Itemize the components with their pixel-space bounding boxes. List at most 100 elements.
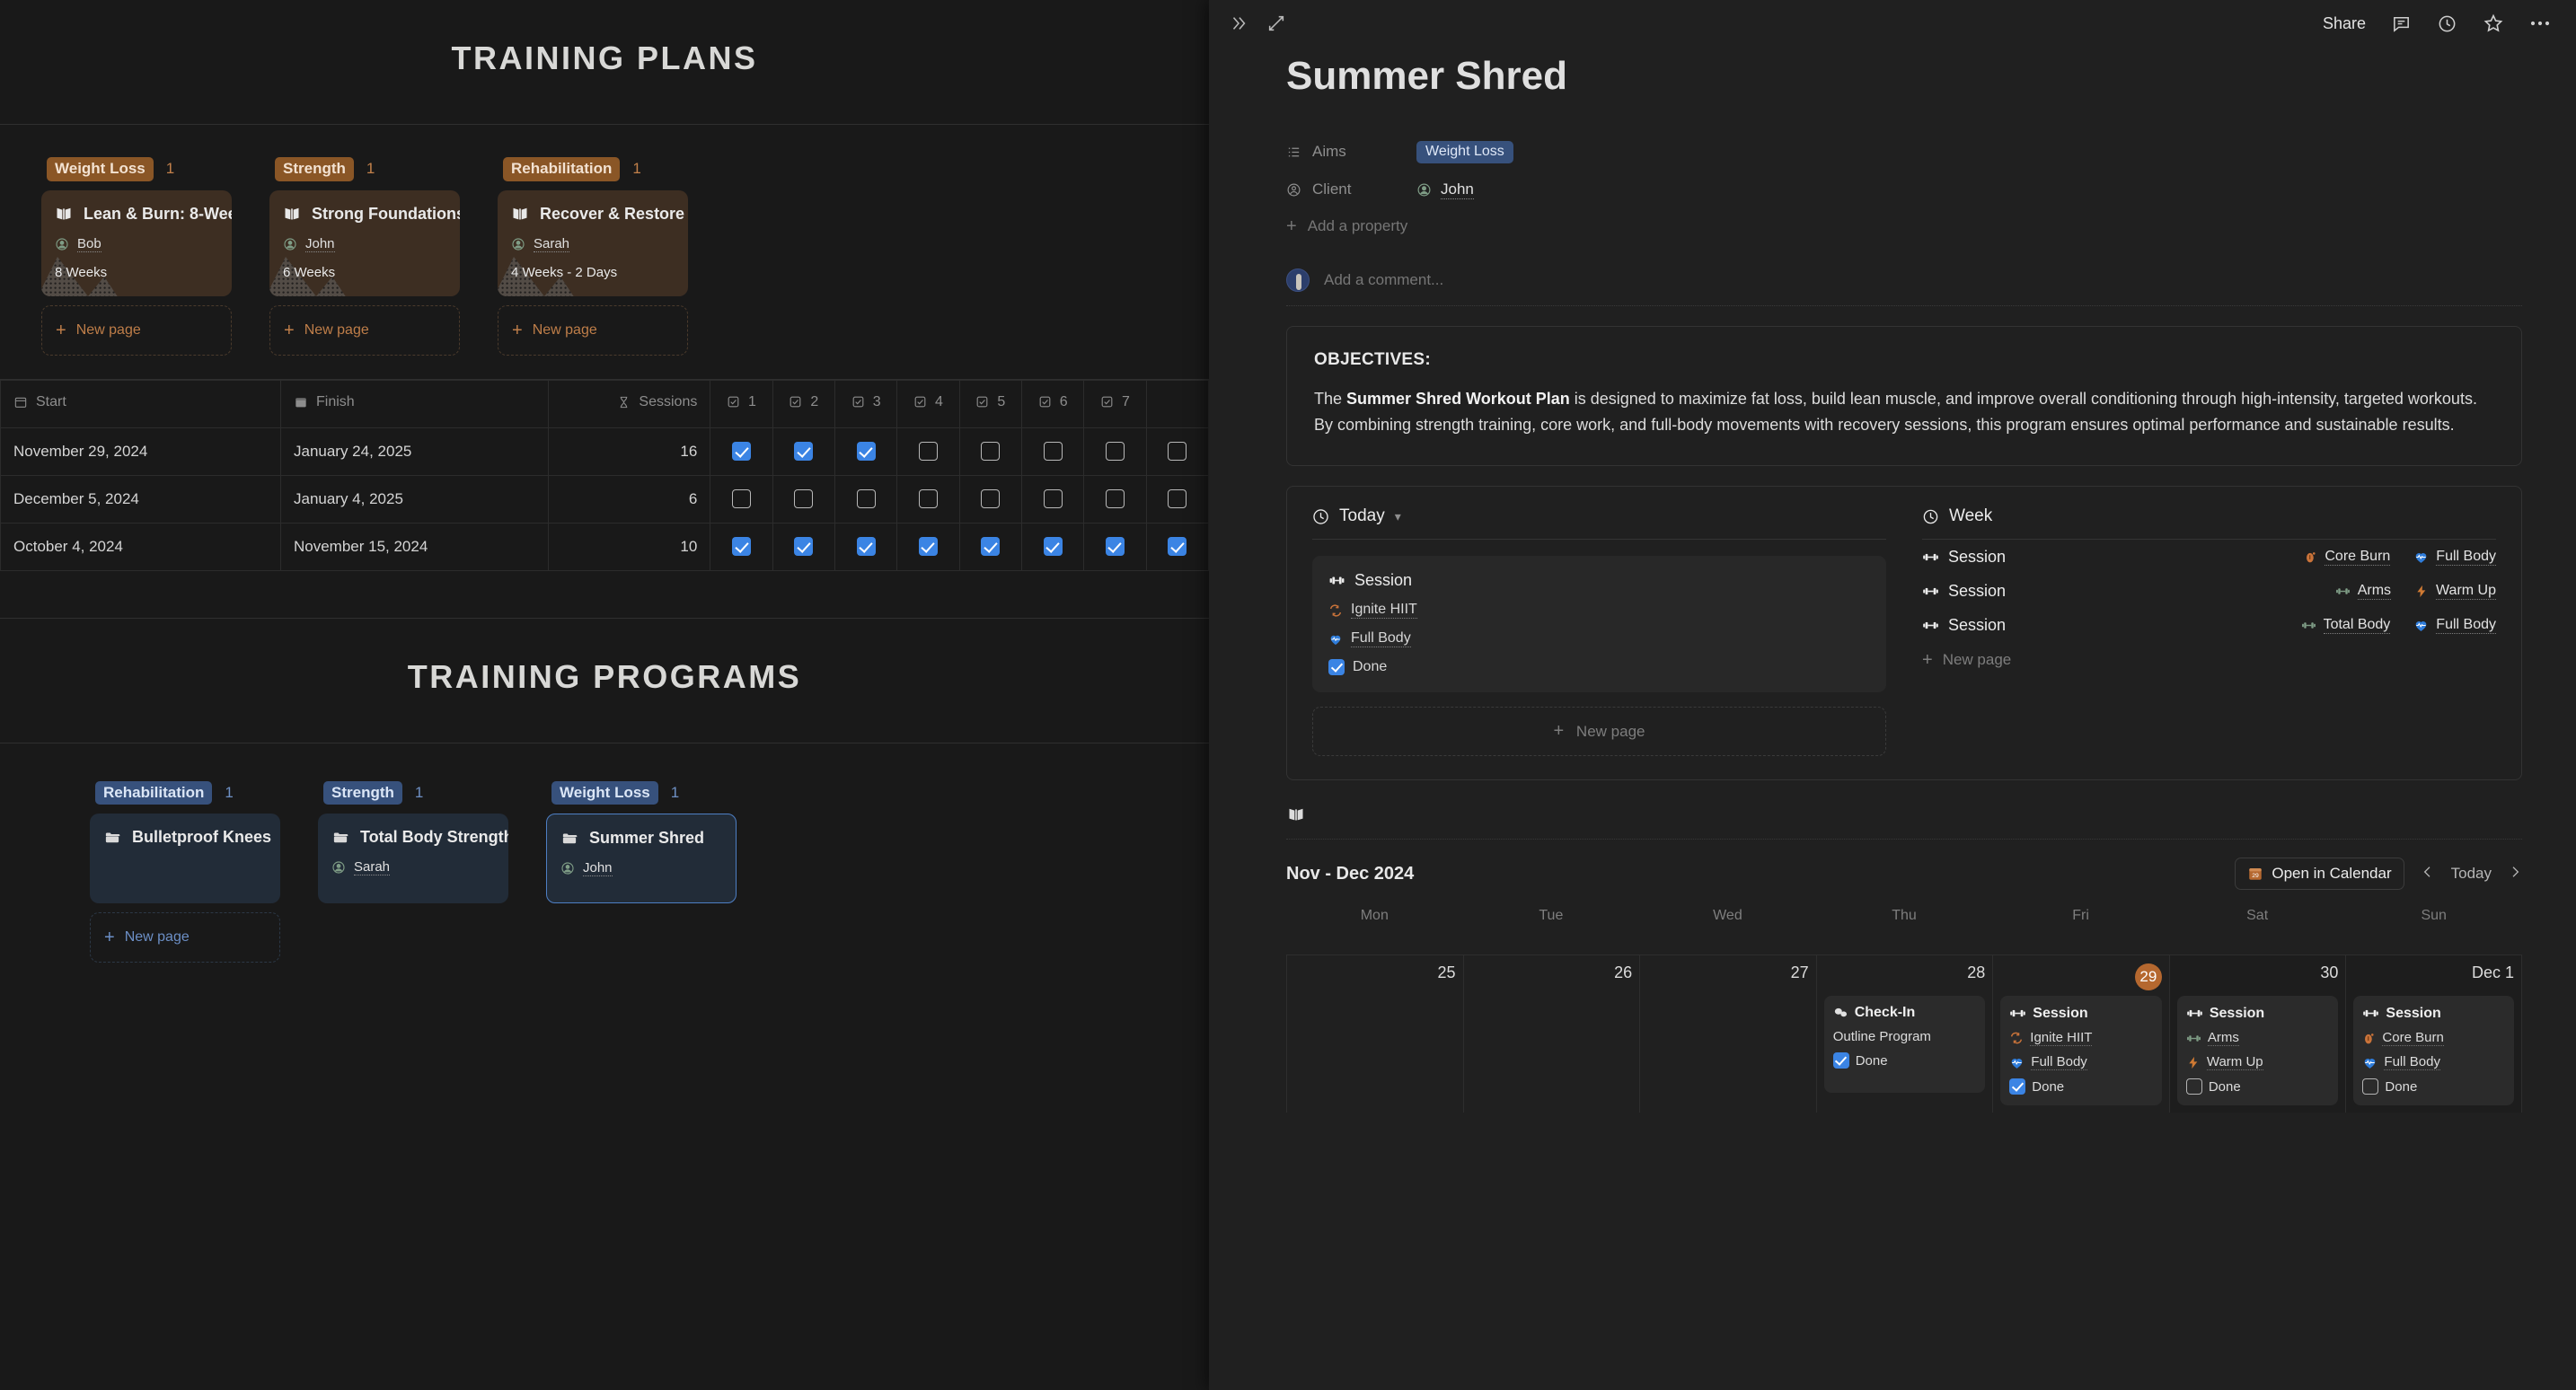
cell-check-3[interactable] xyxy=(834,427,898,476)
table-header-finish[interactable]: Finish xyxy=(279,379,550,428)
cell-start[interactable]: November 29, 2024 xyxy=(0,427,281,476)
event-line-label[interactable]: Arms xyxy=(2207,1030,2239,1047)
cell-check-1[interactable] xyxy=(710,522,773,571)
today-new-page-button[interactable]: + New page xyxy=(1312,707,1886,757)
cell-sessions[interactable]: 10 xyxy=(548,522,711,571)
event-line[interactable]: Warm Up xyxy=(2186,1054,2330,1071)
cell-check-8[interactable] xyxy=(1145,427,1209,476)
checkbox[interactable] xyxy=(981,442,1001,462)
comment-icon[interactable] xyxy=(2391,13,2412,34)
board-card[interactable]: Bulletproof Knees xyxy=(90,814,280,904)
table-header-check-5[interactable]: 5 xyxy=(958,379,1022,428)
checkbox[interactable] xyxy=(1043,442,1063,462)
checkbox[interactable] xyxy=(1043,537,1063,557)
history-icon[interactable] xyxy=(2437,13,2457,34)
event-line[interactable]: Arms xyxy=(2186,1030,2330,1047)
cell-finish[interactable]: November 15, 2024 xyxy=(279,522,550,571)
card-client[interactable]: Sarah xyxy=(511,236,675,252)
more-options-icon[interactable] xyxy=(2529,19,2551,28)
calendar-day-cell[interactable]: 26 xyxy=(1462,955,1640,1113)
event-line-label[interactable]: Core Burn xyxy=(2382,1030,2444,1047)
board-column-tag[interactable]: Rehabilitation xyxy=(95,780,213,805)
checkbox[interactable] xyxy=(1168,442,1187,462)
expand-right-icon[interactable] xyxy=(1229,13,1248,33)
board-card[interactable]: Summer Shred John xyxy=(546,814,737,904)
done-checkbox[interactable] xyxy=(1832,1052,1849,1069)
client-name[interactable]: John xyxy=(1441,180,1474,199)
property-value[interactable]: Weight Loss xyxy=(1416,140,1513,163)
checkbox[interactable] xyxy=(1043,489,1063,509)
checkbox[interactable] xyxy=(918,489,938,509)
week-tag-label[interactable]: Full Body xyxy=(2436,617,2496,634)
week-new-page-button[interactable]: + New page xyxy=(1922,642,2496,669)
card-client-name[interactable]: Sarah xyxy=(534,236,570,252)
week-view-header[interactable]: Week xyxy=(1922,506,2496,539)
event-done-row[interactable]: Done xyxy=(2009,1078,2153,1095)
table-header-check-1[interactable]: 1 xyxy=(710,379,773,428)
event-line[interactable]: Full Body xyxy=(2009,1054,2153,1071)
card-client-name[interactable]: John xyxy=(583,860,613,877)
event-done-row[interactable]: Done xyxy=(2362,1078,2505,1095)
property-row-aims[interactable]: Aims Weight Loss xyxy=(1286,133,2522,171)
card-client[interactable]: John xyxy=(560,860,722,877)
event-done-row[interactable]: Done xyxy=(1832,1052,1977,1069)
table-header-check-7[interactable]: 7 xyxy=(1083,379,1147,428)
board-card[interactable]: Recover & Restore Sarah 4 Weeks - 2 Days xyxy=(498,189,688,296)
week-tag-label[interactable]: Arms xyxy=(2357,583,2392,600)
event-line-label[interactable]: Full Body xyxy=(2384,1054,2440,1071)
cell-check-6[interactable] xyxy=(1020,522,1085,571)
checkbox[interactable] xyxy=(856,442,876,462)
checkbox[interactable] xyxy=(794,537,814,557)
done-checkbox[interactable] xyxy=(2362,1078,2379,1095)
cell-check-1[interactable] xyxy=(710,474,773,523)
week-session-row[interactable]: Session Total Body Full Body xyxy=(1922,608,2496,642)
cell-check-2[interactable] xyxy=(772,427,836,476)
card-client[interactable]: John xyxy=(283,236,446,252)
checkbox[interactable] xyxy=(981,489,1001,509)
cell-check-3[interactable] xyxy=(834,474,898,523)
event-line[interactable]: Core Burn xyxy=(2362,1030,2505,1047)
cell-finish[interactable]: January 4, 2025 xyxy=(279,474,550,523)
week-tag[interactable]: Arms xyxy=(2335,583,2392,600)
week-tag-label[interactable]: Total Body xyxy=(2323,617,2391,634)
table-row[interactable]: October 4, 2024 November 15, 2024 10 xyxy=(0,522,1209,571)
table-header-check-3[interactable]: 3 xyxy=(834,379,898,428)
week-tag-label[interactable]: Core Burn xyxy=(2325,549,2391,566)
checkbox[interactable] xyxy=(1168,489,1187,509)
table-row[interactable]: November 29, 2024 January 24, 2025 16 xyxy=(0,427,1209,476)
week-session-row[interactable]: Session Core Burn Full Body xyxy=(1922,540,2496,574)
cell-check-5[interactable] xyxy=(958,474,1022,523)
week-session-row[interactable]: Session Arms Warm Up xyxy=(1922,574,2496,608)
checkbox[interactable] xyxy=(856,489,876,509)
comment-placeholder[interactable]: Add a comment... xyxy=(1324,271,1443,289)
cell-sessions[interactable]: 6 xyxy=(548,474,711,523)
table-header-check-6[interactable]: 6 xyxy=(1020,379,1085,428)
card-client-name[interactable]: John xyxy=(305,236,335,252)
done-checkbox[interactable] xyxy=(2185,1078,2202,1095)
checkbox[interactable] xyxy=(732,537,751,557)
calendar-day-cell[interactable]: 29 Session Ignite HIIT Full Body Done xyxy=(1992,955,2169,1113)
cell-check-7[interactable] xyxy=(1083,427,1147,476)
week-tag-label[interactable]: Warm Up xyxy=(2436,583,2496,600)
cell-sessions[interactable]: 16 xyxy=(548,427,711,476)
event-done-row[interactable]: Done xyxy=(2185,1078,2330,1095)
event-line[interactable]: Ignite HIIT xyxy=(2009,1030,2153,1047)
calendar-event[interactable]: Session Ignite HIIT Full Body Done xyxy=(2000,996,2162,1106)
event-line-label[interactable]: Warm Up xyxy=(2206,1054,2263,1071)
card-client-name[interactable]: Sarah xyxy=(354,859,391,876)
week-tag-label[interactable]: Full Body xyxy=(2436,549,2496,566)
today-session-card[interactable]: Session Ignite HIIT Full Body Done xyxy=(1312,556,1886,693)
week-tag[interactable]: Total Body xyxy=(2301,617,2391,634)
checkbox[interactable] xyxy=(732,442,751,462)
new-page-button[interactable]: + New page xyxy=(41,304,232,356)
week-tag[interactable]: Full Body xyxy=(2413,617,2496,634)
checkbox[interactable] xyxy=(856,537,876,557)
chevron-left-icon[interactable] xyxy=(2421,865,2435,884)
table-row[interactable]: December 5, 2024 January 4, 2025 6 xyxy=(0,474,1209,523)
done-checkbox[interactable] xyxy=(2009,1078,2026,1095)
new-page-button[interactable]: + New page xyxy=(498,304,688,356)
week-tag[interactable]: Core Burn xyxy=(2304,549,2391,566)
board-column-tag[interactable]: Rehabilitation xyxy=(503,157,621,181)
card-client[interactable]: Bob xyxy=(55,236,218,252)
board-card[interactable]: Lean & Burn: 8-Week Fat Loss Bob 8 Weeks xyxy=(41,189,232,296)
